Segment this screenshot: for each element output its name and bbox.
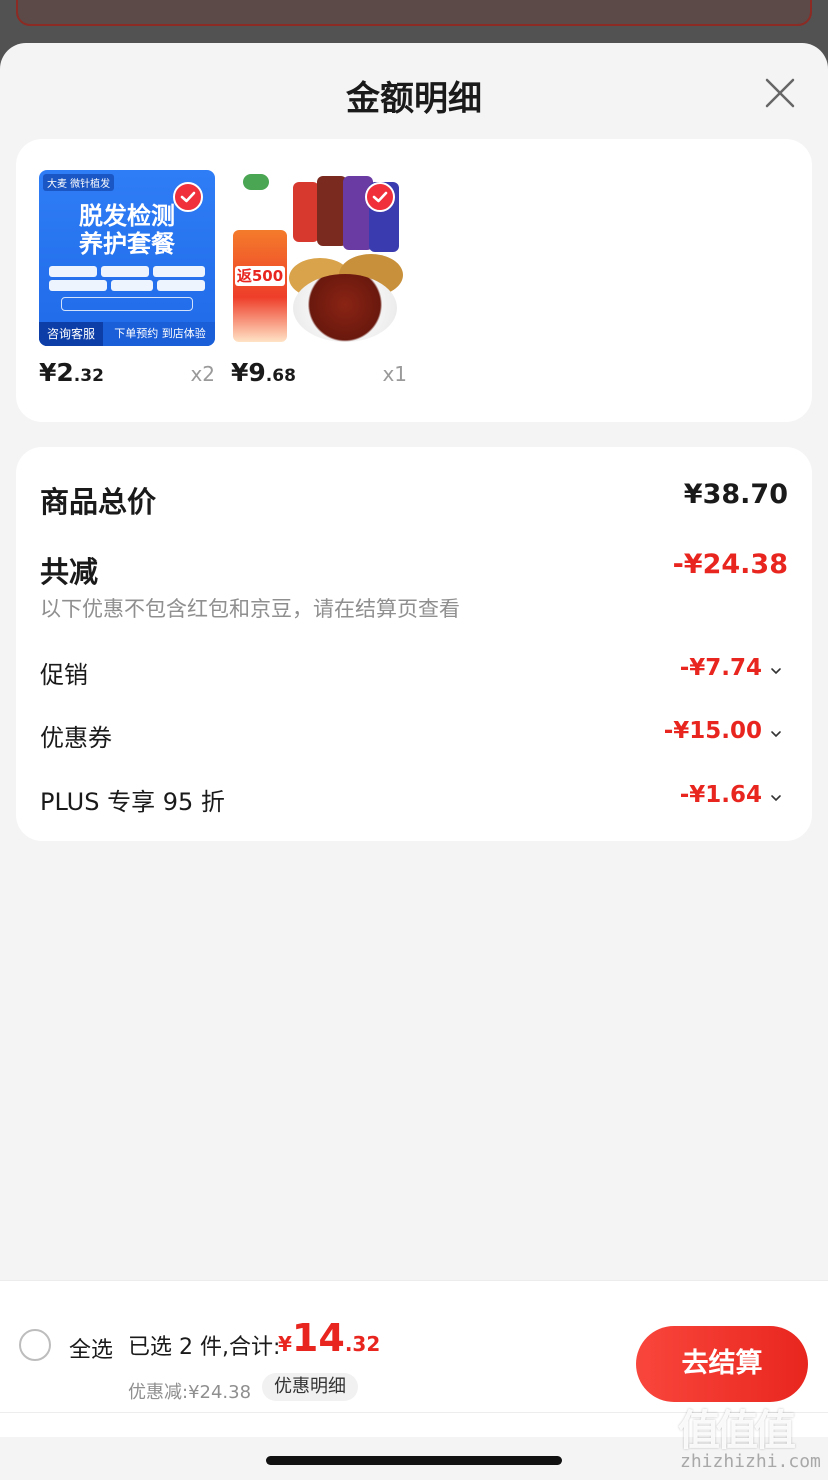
brand-logo — [243, 174, 269, 190]
product-quantity: x2 — [190, 362, 215, 386]
home-indicator — [266, 1456, 562, 1465]
promotion-value: -¥7.74 — [679, 655, 762, 681]
image-decoration — [101, 266, 149, 277]
image-decoration — [157, 280, 205, 291]
jar-image — [293, 182, 319, 242]
discount-note: 以下优惠不包含红包和京豆，请在结算页查看 — [40, 597, 460, 621]
watermark-text: zhizhizhi.com — [680, 1451, 821, 1472]
site-watermark: 值值值 zhizhizhi.com — [678, 1397, 824, 1479]
total-reduction-label: 共减 — [40, 555, 99, 589]
selected-summary: 已选 2 件,合计: — [128, 1335, 281, 1360]
total-reduction-value: -¥24.38 — [672, 549, 788, 580]
coupon-label: 优惠券 — [40, 724, 112, 752]
total-price-value: ¥38.70 — [683, 479, 788, 510]
image-bottom-bar: 咨询客服 下单预约 到店体验 — [39, 322, 215, 346]
promotion-label: 促销 — [40, 661, 88, 689]
divider — [0, 1280, 828, 1281]
coupon-row[interactable]: 优惠券 -¥15.00 — [40, 718, 788, 754]
plus-discount-value: -¥1.64 — [679, 782, 762, 808]
image-decoration — [153, 266, 205, 277]
coupon-value: -¥15.00 — [663, 718, 762, 744]
selected-badge — [365, 182, 395, 212]
products-card: 大麦 微针植发 脱发检测 养护套餐 咨询客服 下单预约 到店体验 ¥2.32 x… — [16, 139, 812, 422]
discount-detail-button[interactable]: 优惠明细 — [262, 1373, 358, 1401]
plus-discount-label: PLUS 专享 95 折 — [40, 788, 225, 816]
product-meta: ¥2.32 x2 — [39, 358, 215, 392]
promotion-row[interactable]: 促销 -¥7.74 — [40, 655, 788, 691]
close-icon — [765, 78, 795, 108]
image-ribbon-text: 返500 — [235, 266, 285, 286]
image-decoration — [61, 297, 193, 311]
product-price: ¥9.68 — [231, 358, 296, 387]
image-brand-tag: 大麦 微针植发 — [43, 174, 115, 191]
select-all-radio-icon[interactable] — [19, 1329, 51, 1361]
product-quantity: x1 — [382, 362, 407, 386]
image-decoration — [49, 280, 107, 291]
product-item[interactable]: 返500 ¥9.68 x1 — [231, 170, 407, 387]
checkout-button[interactable]: 去结算 — [636, 1326, 808, 1402]
discount-amount: 优惠减:¥24.38 — [128, 1382, 252, 1403]
total-price-row: 商品总价 ¥38.70 — [40, 479, 788, 519]
price-summary-card: 商品总价 ¥38.70 共减 -¥24.38 以下优惠不包含红包和京豆，请在结算… — [16, 447, 812, 841]
chevron-down-icon — [771, 731, 781, 738]
check-icon — [180, 191, 196, 203]
image-decoration — [49, 266, 97, 277]
background-page-strip — [16, 0, 812, 26]
total-price-label: 商品总价 — [40, 485, 157, 519]
close-button[interactable] — [760, 73, 800, 113]
check-icon — [372, 191, 388, 203]
product-price: ¥2.32 — [39, 358, 104, 387]
image-decoration — [111, 280, 153, 291]
amount-detail-sheet: 金额明细 大麦 微针植发 脱发检测 养护套餐 咨询客服 下单预约 到店体验 ¥2… — [0, 43, 828, 1480]
bowl-image — [293, 274, 397, 342]
sheet-title: 金额明细 — [346, 79, 482, 119]
chevron-down-icon — [771, 795, 781, 802]
total-reduction-row: 共减 -¥24.38 — [40, 549, 788, 589]
watermark-logo: 值值值 — [678, 1406, 796, 1455]
total-amount: ¥14.32 — [278, 1316, 381, 1360]
product-image[interactable]: 返500 — [231, 170, 407, 346]
product-image[interactable]: 大麦 微针植发 脱发检测 养护套餐 咨询客服 下单预约 到店体验 — [39, 170, 215, 346]
product-meta: ¥9.68 x1 — [231, 358, 407, 392]
select-all-label[interactable]: 全选 — [69, 1332, 113, 1364]
product-item[interactable]: 大麦 微针植发 脱发检测 养护套餐 咨询客服 下单预约 到店体验 ¥2.32 x… — [39, 170, 215, 387]
plus-discount-row[interactable]: PLUS 专享 95 折 -¥1.64 — [40, 782, 788, 818]
selected-badge — [173, 182, 203, 212]
chevron-down-icon — [771, 668, 781, 675]
image-ribbon — [233, 230, 287, 342]
